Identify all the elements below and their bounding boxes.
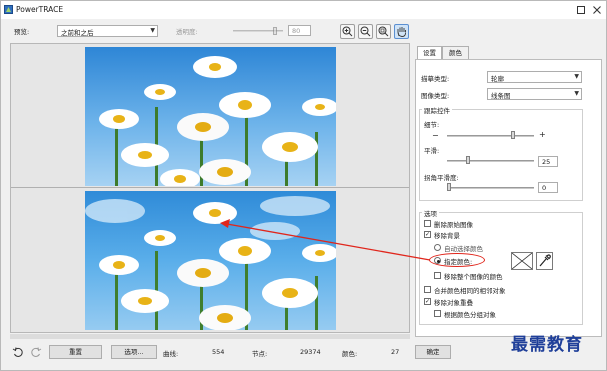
powertrace-window: PowerTRACE 预览: 之前和之后 ▼ 透明度: 80 重置 选项... … bbox=[0, 0, 607, 371]
watermark-text: 最需教育 bbox=[511, 335, 583, 355]
annotation-arrow bbox=[220, 219, 431, 261]
